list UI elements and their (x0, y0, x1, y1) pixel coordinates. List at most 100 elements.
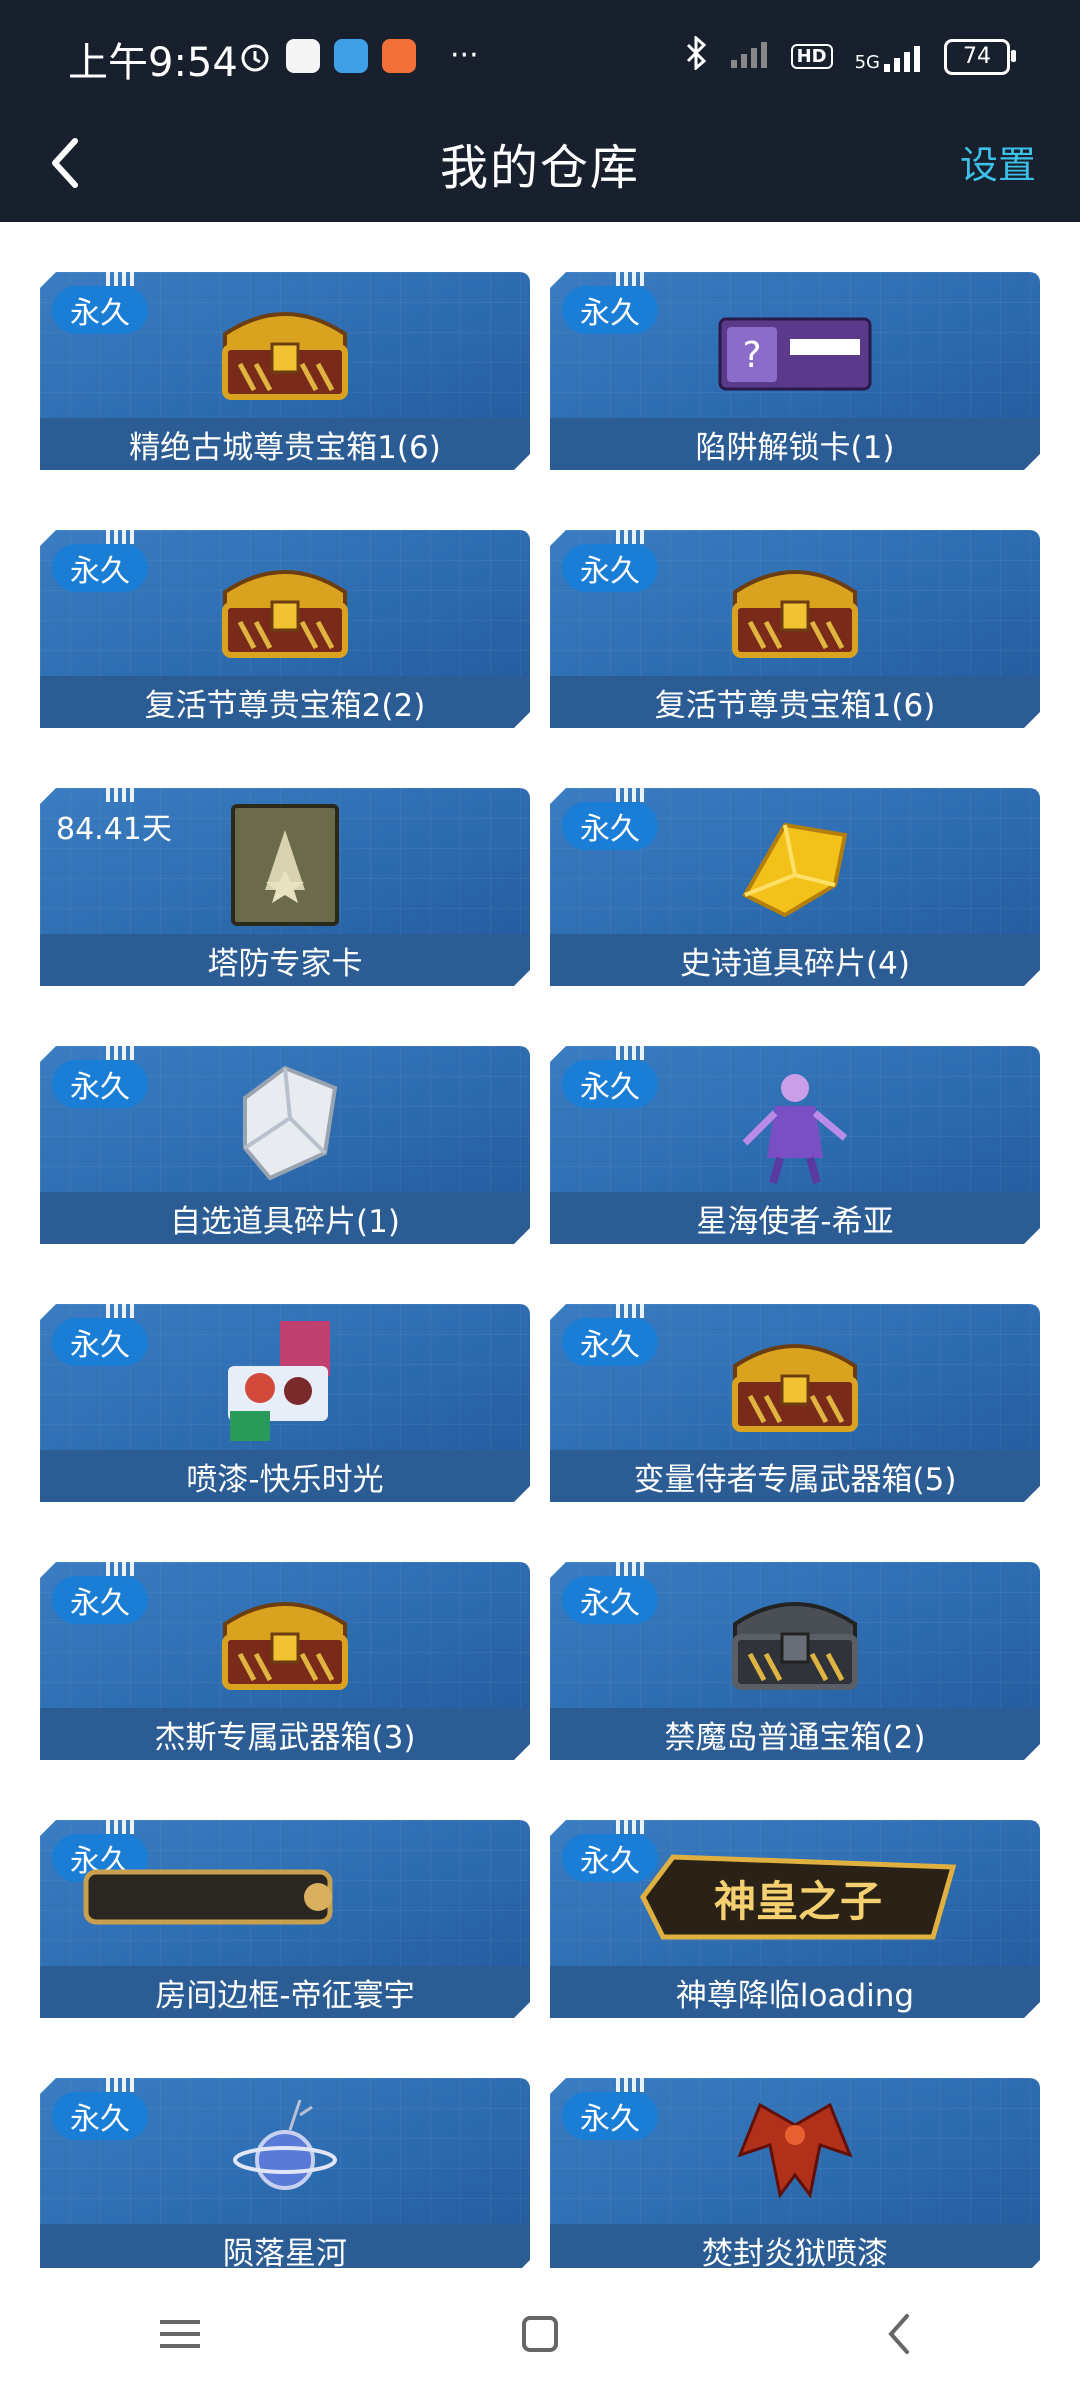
card-tick-marks (616, 1304, 646, 1318)
card-tick-marks (616, 1562, 646, 1576)
item-name: 塔防专家卡 (40, 934, 530, 986)
duration-badge: 永久 (52, 286, 148, 334)
inventory-card[interactable]: 永久精绝古城尊贵宝箱1(6) (40, 272, 530, 470)
card-tick-marks (106, 1562, 136, 1576)
inventory-card[interactable]: 永久自选道具碎片(1) (40, 1046, 530, 1244)
character-icon (715, 1058, 875, 1188)
gold-chest-icon (205, 284, 365, 414)
signal-5g-icon: 5G (855, 42, 922, 72)
item-name: 史诗道具碎片(4) (550, 934, 1040, 986)
inventory-card[interactable]: 永久 神皇之子 神尊降临loading (550, 1820, 1040, 2018)
card-tick-marks (106, 1304, 136, 1318)
spray-icon (205, 1316, 365, 1446)
card-tick-marks (106, 272, 136, 286)
item-name: 禁魔岛普通宝箱(2) (550, 1708, 1040, 1760)
duration-badge: 永久 (52, 2092, 148, 2140)
duration-badge: 永久 (52, 1060, 148, 1108)
card-tick-marks (616, 272, 646, 286)
item-name: 喷漆-快乐时光 (40, 1450, 530, 1502)
gold-chest-icon (205, 542, 365, 672)
item-name: 神尊降临loading (550, 1966, 1040, 2018)
item-name: 精绝古城尊贵宝箱1(6) (40, 418, 530, 470)
item-name: 陨落星河 (40, 2224, 530, 2268)
weather-icon (334, 38, 368, 73)
app-bar: 我的仓库 设置 (0, 110, 1080, 222)
inventory-card[interactable]: 永久史诗道具碎片(4) (550, 788, 1040, 986)
item-name: 复活节尊贵宝箱2(2) (40, 676, 530, 728)
inventory-card[interactable]: 永久焚封炎狱喷漆 (550, 2078, 1040, 2268)
inventory-list[interactable]: 永久 精绝古城尊贵宝箱1(6) 永久? 陷阱解锁卡(1) 永久 复活节尊贵宝箱2(2) 永久… (0, 222, 1080, 2268)
status-bar: 上午9:54 ··· HD 5G 74 (0, 0, 1080, 110)
item-name: 自选道具碎片(1) (40, 1192, 530, 1244)
gold-crystal-icon (715, 800, 875, 930)
item-name: 星海使者-希亚 (550, 1192, 1040, 1244)
card-tick-marks (106, 530, 136, 544)
inventory-card[interactable]: 永久复活节尊贵宝箱1(6) (550, 530, 1040, 728)
inventory-card[interactable]: 永久复活节尊贵宝箱2(2) (40, 530, 530, 728)
menu-icon (160, 2320, 200, 2348)
duration-badge: 永久 (562, 2092, 658, 2140)
gold-chest-icon (715, 542, 875, 672)
home-icon (522, 2316, 558, 2352)
card-tick-marks (616, 788, 646, 802)
notification-icons: ··· (238, 38, 479, 73)
card-tick-marks (616, 530, 646, 544)
duration-badge: 84.41天 (56, 812, 172, 847)
card-tick-marks (106, 788, 136, 802)
card-tick-marks (106, 1046, 136, 1060)
inventory-card[interactable]: 84.41天塔防专家卡 (40, 788, 530, 986)
system-nav-bar (0, 2268, 1080, 2400)
inventory-card[interactable]: 永久 房间边框-帝征寰宇 (40, 1820, 530, 2018)
nav-back-button[interactable] (860, 2294, 940, 2374)
inventory-card[interactable]: 永久? 陷阱解锁卡(1) (550, 272, 1040, 470)
status-right: HD 5G 74 (685, 34, 1016, 77)
hd-badge: HD (790, 44, 833, 69)
card-tick-marks (106, 2078, 136, 2092)
duration-badge: 永久 (52, 544, 148, 592)
expert-card-icon (205, 800, 365, 930)
app-notification-icon (286, 38, 320, 73)
nav-back-icon (888, 2314, 909, 2354)
inventory-card[interactable]: 永久 变量侍者专属武器箱(5) (550, 1304, 1040, 1502)
gold-chest-icon (205, 1574, 365, 1704)
inventory-card[interactable]: 永久陨落星河 (40, 2078, 530, 2268)
inventory-card[interactable]: 永久星海使者-希亚 (550, 1046, 1040, 1244)
duration-badge: 永久 (562, 286, 658, 334)
item-name: 陷阱解锁卡(1) (550, 418, 1040, 470)
battery-icon: 74 (944, 38, 1016, 75)
duration-badge: 永久 (562, 1576, 658, 1624)
alarm-icon (238, 39, 272, 73)
item-name: 焚封炎狱喷漆 (550, 2224, 1040, 2268)
planet-icon (205, 2090, 365, 2220)
inventory-card[interactable]: 永久 杰斯专属武器箱(3) (40, 1562, 530, 1760)
banner-text: 神皇之子 (713, 1877, 882, 1926)
banner-icon: 神皇之子 (628, 1832, 968, 1962)
menu-button[interactable] (140, 2294, 220, 2374)
settings-button[interactable]: 设置 (960, 134, 1036, 189)
signal-weak-icon (729, 38, 769, 75)
item-name: 复活节尊贵宝箱1(6) (550, 676, 1040, 728)
inventory-card[interactable]: 永久禁魔岛普通宝箱(2) (550, 1562, 1040, 1760)
inventory-grid: 永久 精绝古城尊贵宝箱1(6) 永久? 陷阱解锁卡(1) 永久 复活节尊贵宝箱2(2) 永久… (40, 222, 1040, 2268)
duration-badge: 永久 (562, 1060, 658, 1108)
inventory-card[interactable]: 永久 喷漆-快乐时光 (40, 1304, 530, 1502)
duration-badge: 永久 (562, 544, 658, 592)
page-title: 我的仓库 (439, 140, 640, 196)
unlock-card-icon: ? (715, 284, 875, 414)
card-tick-marks (616, 2078, 646, 2092)
bluetooth-icon (685, 34, 707, 77)
shop-notification-icon (382, 38, 416, 73)
duration-badge: 永久 (562, 802, 658, 850)
more-notifications-icon: ··· (450, 38, 479, 73)
frame-icon (68, 1832, 348, 1962)
svg-text:?: ? (742, 335, 761, 376)
home-button[interactable] (500, 2294, 580, 2374)
item-name: 变量侍者专属武器箱(5) (550, 1450, 1040, 1502)
network-type: 5G (854, 51, 880, 73)
item-name: 杰斯专属武器箱(3) (40, 1708, 530, 1760)
dark-chest-icon (715, 1574, 875, 1704)
item-name: 房间边框-帝征寰宇 (40, 1966, 530, 2018)
status-time: 上午9:54 (68, 40, 238, 86)
battery-level: 74 (963, 44, 991, 69)
card-tick-marks (616, 1046, 646, 1060)
